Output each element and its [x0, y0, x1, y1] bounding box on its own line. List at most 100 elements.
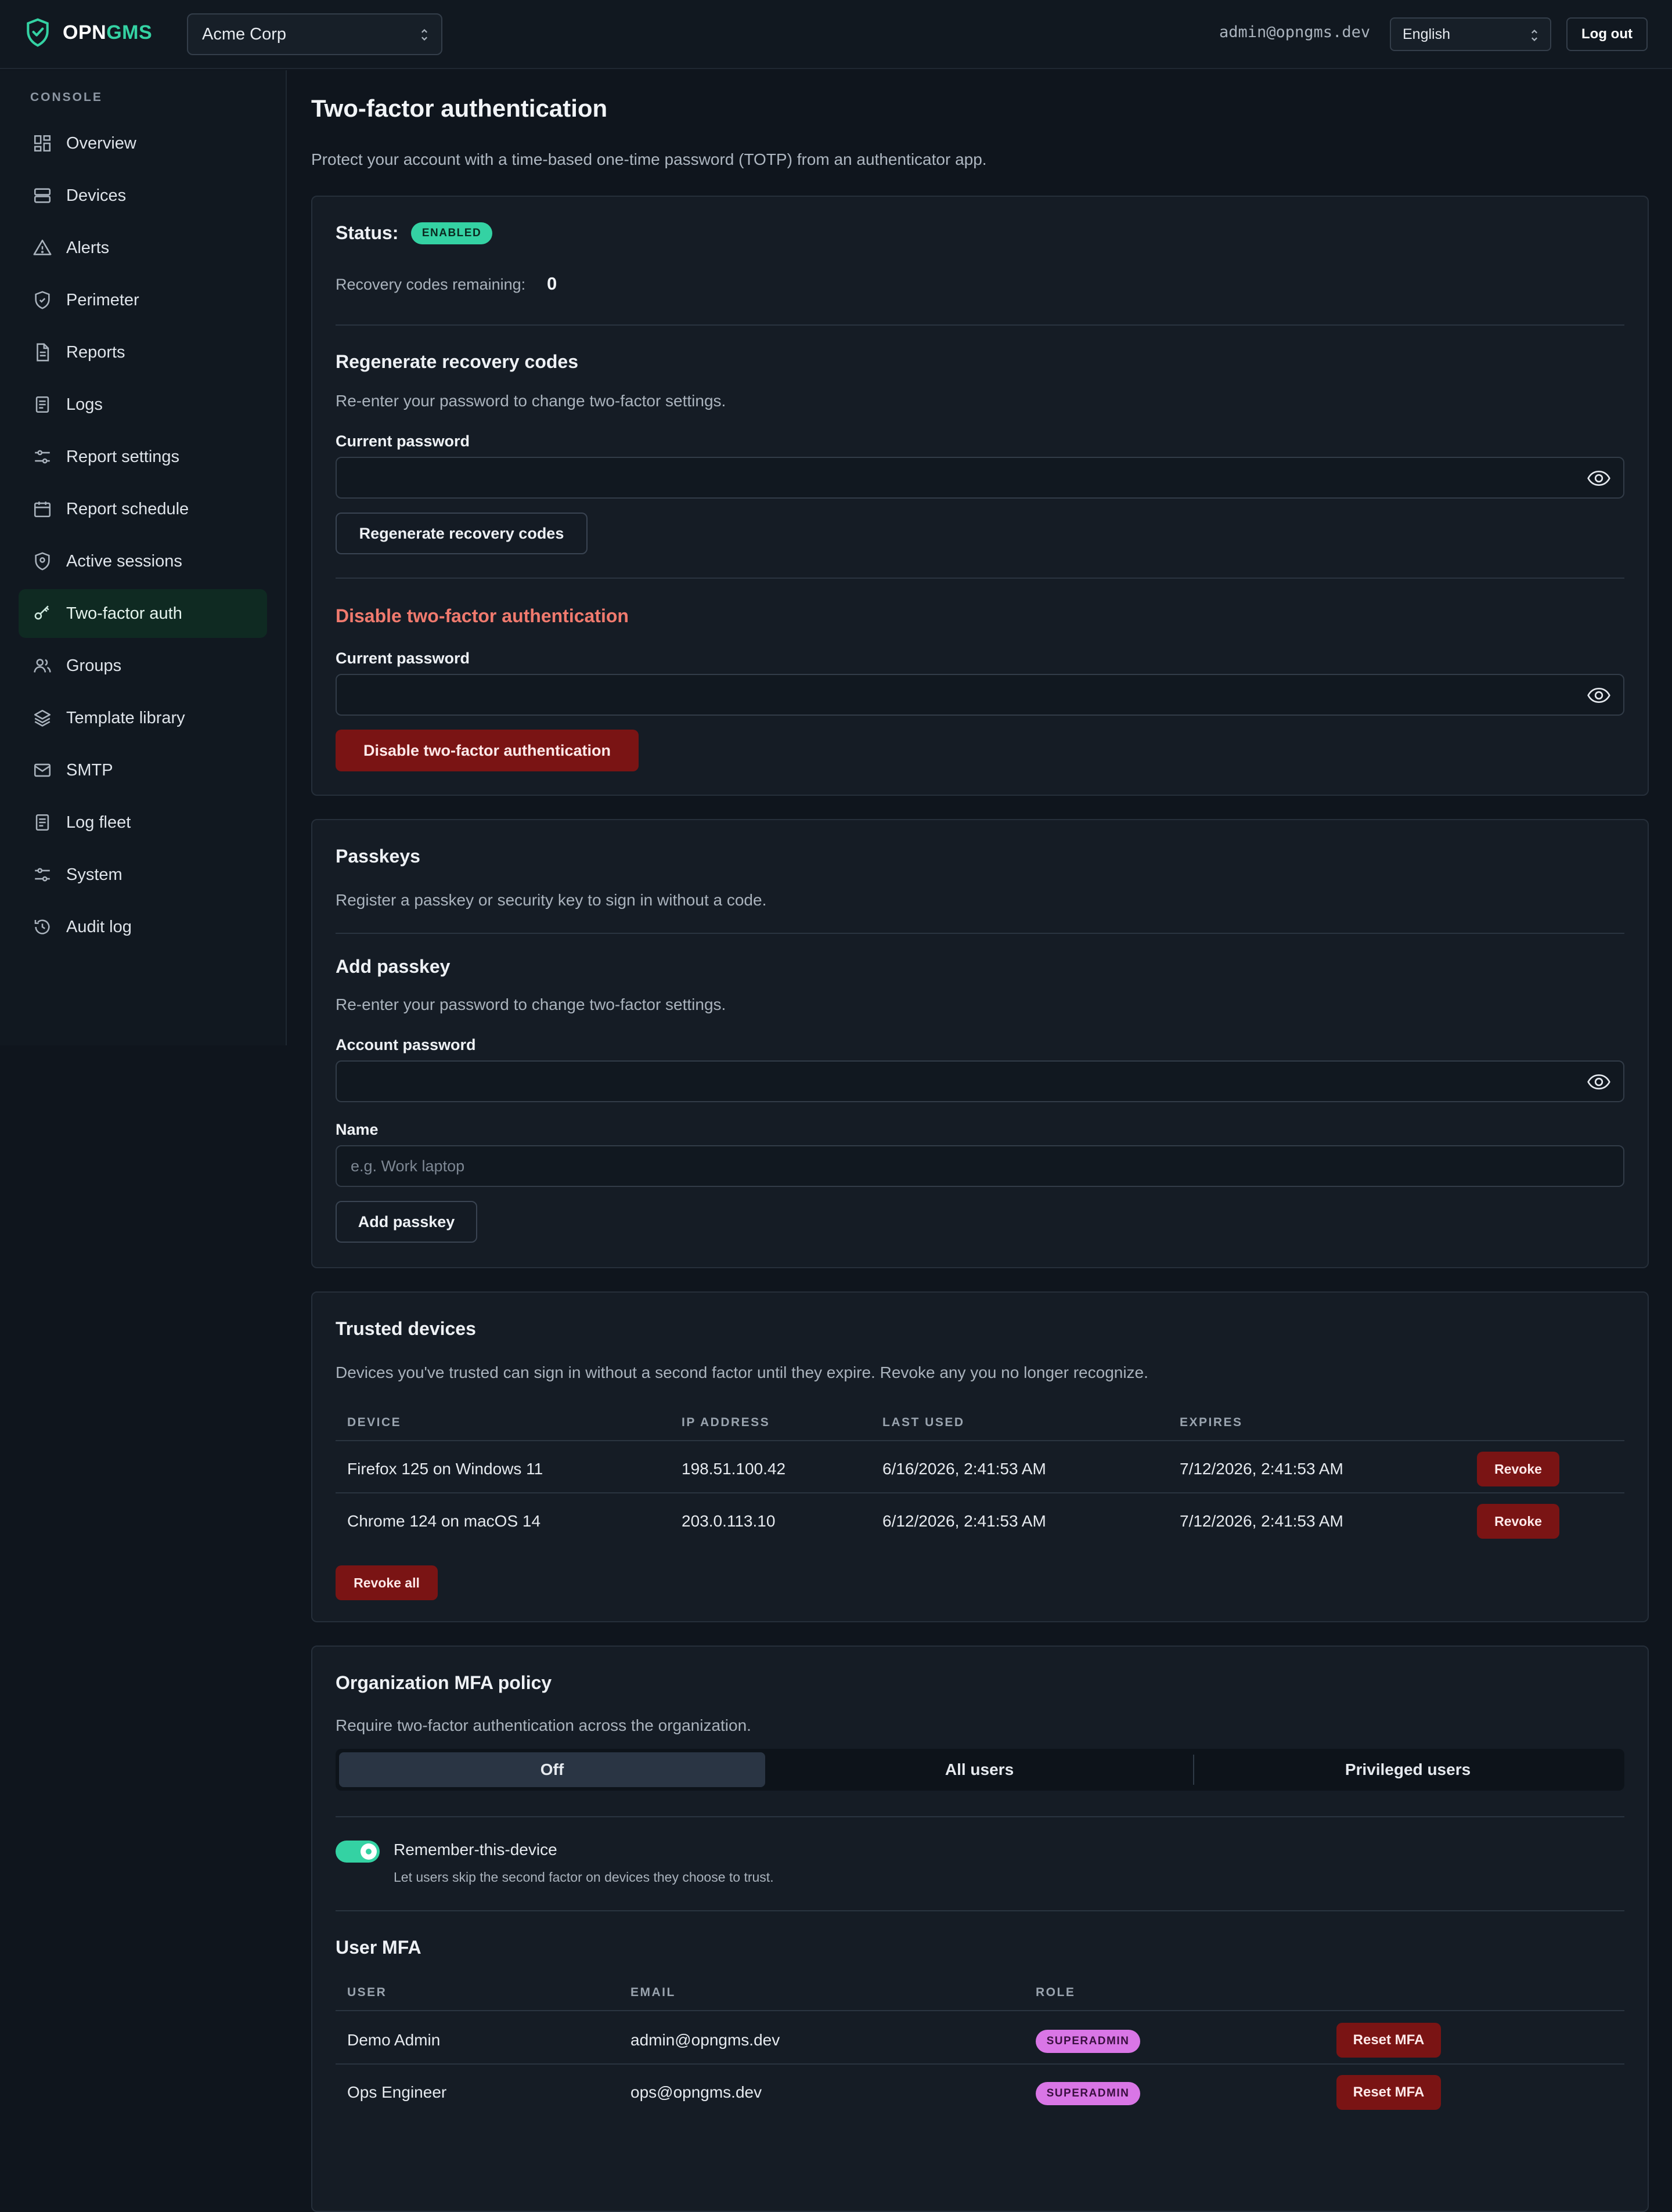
disable-password-input[interactable] [336, 674, 1624, 716]
column-header-last-used: LAST USED [882, 1416, 965, 1429]
add-passkey-button[interactable]: Add passkey [336, 1201, 477, 1243]
warning-icon [33, 239, 52, 255]
list-icon [35, 396, 49, 413]
eye-icon[interactable] [1587, 470, 1610, 487]
sidebar-item-smtp[interactable]: SMTP [19, 746, 267, 795]
regenerate-password-input[interactable] [336, 457, 1624, 499]
mfa-policy-segmented-control: Off All users Privileged users [336, 1749, 1624, 1791]
shield-icon [35, 291, 50, 309]
sidebar-item-system[interactable]: System [19, 850, 267, 899]
sidebar-item-label: Template library [66, 708, 185, 727]
sidebar-item-perimeter[interactable]: Perimeter [19, 276, 267, 324]
mail-icon [34, 763, 51, 777]
disable-2fa-button[interactable]: Disable two-factor authentication [336, 730, 639, 771]
sidebar-heading: CONSOLE [30, 91, 103, 104]
column-header-email: EMAIL [630, 1986, 676, 1999]
language-select[interactable]: English [1390, 17, 1551, 51]
account-password-label: Account password [336, 1036, 476, 1053]
recovery-codes-count: 0 [547, 273, 557, 294]
sidebar-item-label: Logs [66, 395, 103, 414]
recovery-codes-label: Recovery codes remaining: [336, 276, 526, 293]
history-icon [34, 919, 50, 934]
app-logo[interactable]: OPNGMS [24, 17, 152, 48]
regenerate-recovery-codes-button[interactable]: Regenerate recovery codes [336, 513, 588, 554]
role-badge: SUPERADMIN [1036, 2082, 1140, 2105]
page-title: Two-factor authentication [311, 95, 608, 122]
device-last-used: 6/16/2026, 2:41:53 AM [882, 1460, 1046, 1478]
sidebar-item-label: Log fleet [66, 813, 131, 832]
status-badge: ENABLED [411, 222, 492, 244]
mfa-policy-description: Require two-factor authentication across… [336, 1716, 751, 1734]
reset-mfa-button[interactable]: Reset MFA [1336, 2075, 1441, 2110]
regenerate-description: Re-enter your password to change two-fac… [336, 392, 726, 410]
revoke-all-button[interactable]: Revoke all [336, 1565, 438, 1600]
policy-option-all-users[interactable]: All users [766, 1752, 1192, 1787]
status-label: Status: [336, 222, 399, 243]
role-badge: SUPERADMIN [1036, 2030, 1140, 2053]
sidebar-item-label: Devices [66, 186, 127, 205]
page-description: Protect your account with a time-based o… [311, 150, 987, 168]
device-expires: 7/12/2026, 2:41:53 AM [1180, 1512, 1343, 1530]
eye-icon[interactable] [1587, 1073, 1610, 1091]
divider [336, 1440, 1624, 1441]
sidebar-item-template-library[interactable]: Template library [19, 694, 267, 742]
sidebar-item-report-settings[interactable]: Report settings [19, 432, 267, 481]
totp-card: Status: ENABLED Recovery codes remaining… [311, 196, 1649, 796]
user-email: admin@opngms.dev [1219, 23, 1371, 41]
disable-2fa-title: Disable two-factor authentication [336, 605, 629, 626]
passkey-name-input[interactable]: e.g. Work laptop [336, 1145, 1624, 1187]
divider [336, 578, 1624, 579]
passkeys-description: Register a passkey or security key to si… [336, 891, 767, 909]
user-email: admin@opngms.dev [630, 2031, 780, 2049]
sidebar-item-alerts[interactable]: Alerts [19, 223, 267, 272]
users-icon [34, 659, 51, 673]
passkeys-card: Passkeys Register a passkey or security … [311, 819, 1649, 1268]
device-expires: 7/12/2026, 2:41:53 AM [1180, 1460, 1343, 1478]
sidebar-item-label: Report settings [66, 447, 180, 466]
sidebar-item-devices[interactable]: Devices [19, 171, 267, 220]
passkeys-title: Passkeys [336, 846, 420, 867]
sidebar-item-audit-log[interactable]: Audit log [19, 903, 267, 951]
mfa-policy-title: Organization MFA policy [336, 1672, 552, 1693]
user-name: Ops Engineer [347, 2083, 447, 2101]
remember-device-toggle[interactable] [336, 1841, 380, 1863]
divider [336, 1492, 1624, 1493]
top-bar: OPNGMS Acme Corp admin@opngms.dev Englis… [0, 0, 1672, 69]
app-name: OPNGMS [63, 21, 153, 44]
policy-option-privileged-users[interactable]: Privileged users [1195, 1752, 1621, 1787]
sliders-icon [35, 450, 50, 464]
sliders-icon [35, 868, 50, 882]
divider [336, 2063, 1624, 2065]
account-password-input[interactable] [336, 1060, 1624, 1102]
sidebar-item-report-schedule[interactable]: Report schedule [19, 485, 267, 533]
disable-password-label: Current password [336, 649, 470, 667]
trusted-devices-card: Trusted devices Devices you've trusted c… [311, 1291, 1649, 1622]
revoke-button[interactable]: Revoke [1477, 1504, 1559, 1539]
sidebar-item-label: Reports [66, 342, 125, 362]
divider [336, 933, 1624, 934]
sidebar-item-label: Two-factor auth [66, 604, 182, 623]
revoke-button[interactable]: Revoke [1477, 1452, 1559, 1486]
sidebar-item-overview[interactable]: Overview [19, 119, 267, 168]
regenerate-password-label: Current password [336, 432, 470, 450]
sidebar-item-log-fleet[interactable]: Log fleet [19, 798, 267, 847]
policy-option-off[interactable]: Off [339, 1752, 765, 1787]
shield-check-icon [27, 18, 49, 47]
document-icon [37, 343, 49, 362]
sidebar-item-label: Alerts [66, 238, 110, 257]
sidebar-item-groups[interactable]: Groups [19, 641, 267, 690]
logout-button[interactable]: Log out [1566, 17, 1648, 51]
sidebar-item-reports[interactable]: Reports [19, 328, 267, 377]
reset-mfa-button[interactable]: Reset MFA [1336, 2023, 1441, 2058]
location-shield-icon [35, 552, 50, 571]
sidebar-item-two-factor-auth[interactable]: Two-factor auth [19, 589, 267, 638]
sidebar-item-active-sessions[interactable]: Active sessions [19, 537, 267, 586]
sidebar-item-label: Audit log [66, 917, 132, 936]
chevron-updown-icon [1532, 30, 1537, 41]
sidebar-item-logs[interactable]: Logs [19, 380, 267, 429]
server-icon [34, 188, 51, 203]
regenerate-title: Regenerate recovery codes [336, 351, 578, 372]
divider [336, 1816, 1624, 1817]
eye-icon[interactable] [1587, 687, 1610, 704]
org-select[interactable]: Acme Corp [187, 13, 442, 55]
